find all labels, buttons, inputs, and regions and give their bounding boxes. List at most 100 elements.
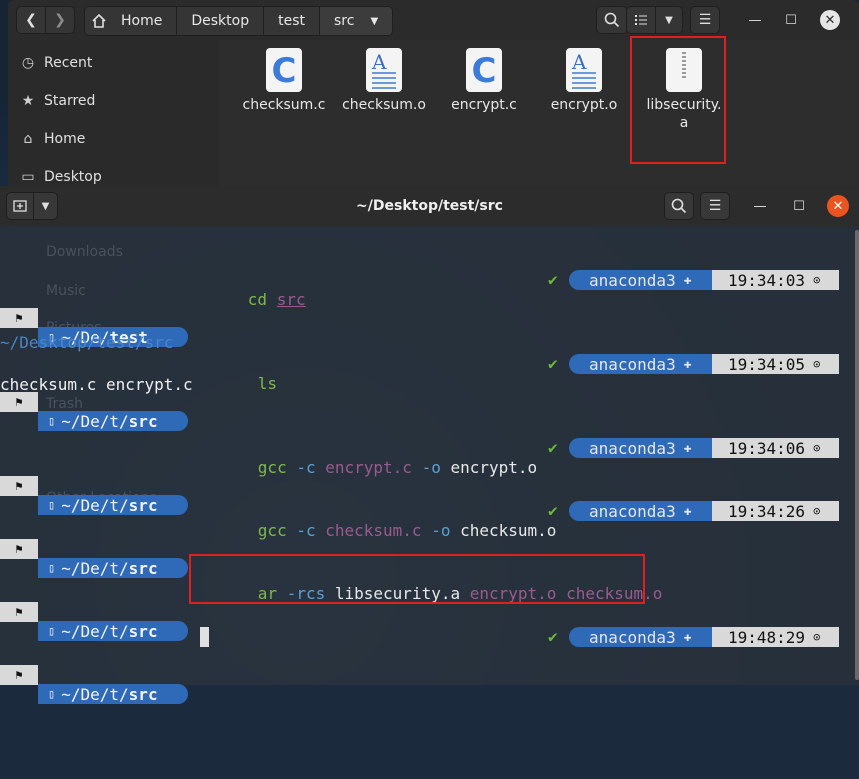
- text-cursor[interactable]: [200, 627, 209, 647]
- cmd-token: checksum.o: [460, 521, 557, 540]
- env-badge: anaconda3 ✚: [569, 501, 712, 521]
- env-badge: anaconda3 ✚: [569, 438, 712, 458]
- minimize-icon: —: [753, 198, 767, 214]
- terminal-scrollbar[interactable]: [855, 230, 859, 680]
- ghost-sidebar-item: Trash: [46, 396, 83, 412]
- maximize-icon: ☐: [793, 198, 805, 214]
- maximize-button[interactable]: ☐: [779, 8, 803, 32]
- hamburger-icon: ☰: [698, 12, 712, 28]
- python-icon: ✚: [683, 629, 692, 645]
- timestamp: 19:34:26 ⊙: [712, 501, 839, 521]
- cmd-token: checksum.c: [325, 521, 432, 540]
- time-label: 19:34:06: [728, 438, 806, 458]
- lock-icon: ⚑: [0, 392, 38, 412]
- timestamp: 19:48:29 ⊙: [712, 627, 839, 647]
- home-icon: ⌂: [23, 131, 33, 147]
- file-label: checksum.o: [342, 97, 426, 113]
- env-badge: anaconda3 ✚: [569, 270, 712, 290]
- close-button[interactable]: ✕: [820, 10, 840, 30]
- prompt-line: ⚑ ▯ ~/De/t/src gcc -c checksum.c -o chec…: [0, 501, 840, 578]
- time-label: 19:48:29: [728, 627, 806, 647]
- highlight-box-file: [630, 36, 726, 164]
- terminal-window: ▼ ~/Desktop/test/src ☰ — ☐ ✕ Downloads M…: [0, 186, 859, 704]
- clock-icon: ⊙: [813, 273, 821, 287]
- search-icon: [671, 198, 687, 214]
- hamburger-menu-button[interactable]: ☰: [690, 6, 720, 34]
- view-options-button[interactable]: ▼: [655, 6, 683, 34]
- highlight-box-command: [189, 554, 645, 604]
- cmd-token: encrypt.o: [450, 458, 538, 477]
- document-icon: A: [366, 48, 402, 92]
- cmd-token: gcc: [257, 458, 297, 477]
- lock-icon: ⚑: [0, 308, 38, 328]
- chevron-left-icon: ❮: [25, 12, 37, 28]
- maximize-icon: ☐: [785, 12, 797, 28]
- terminal-title: ~/Desktop/test/src: [356, 198, 503, 214]
- prompt-path: ▯ ~/De/t/src: [38, 411, 188, 431]
- python-icon: ✚: [683, 272, 692, 288]
- cmd-token: -o: [431, 521, 461, 540]
- hamburger-icon: ☰: [708, 198, 722, 214]
- sidebar-item-desktop[interactable]: ▭ Desktop: [20, 162, 102, 186]
- file-manager-headerbar: ❮ ❯ Home Desktop test src ▼ ▼ ☰ — ☐ ✕: [8, 0, 859, 40]
- document-icon: A: [566, 48, 602, 92]
- path-prefix: ~/De/t/: [61, 684, 129, 704]
- sidebar-item-starred[interactable]: ★ Starred: [20, 86, 96, 116]
- terminal-close-button[interactable]: ✕: [827, 195, 849, 217]
- file-item-checksum-c[interactable]: C checksum.c: [234, 48, 334, 114]
- list-view-button[interactable]: [626, 6, 656, 34]
- cmd-token: gcc: [257, 521, 297, 540]
- forward-button[interactable]: ❯: [45, 6, 75, 34]
- lock-icon: ⚑: [0, 539, 38, 559]
- env-label: anaconda3: [589, 438, 676, 458]
- sidebar-item-home[interactable]: ⌂ Home: [20, 124, 86, 154]
- search-icon: [604, 12, 620, 28]
- timestamp: 19:34:05 ⊙: [712, 354, 839, 374]
- clock-icon: ⊙: [813, 441, 821, 455]
- env-badge: anaconda3 ✚: [569, 354, 712, 374]
- desktop-icon: ▭: [21, 169, 35, 185]
- check-icon: ✔: [548, 270, 558, 289]
- minimize-button[interactable]: —: [743, 8, 767, 32]
- python-icon: ✚: [683, 503, 692, 519]
- path-crumb-label: test: [278, 13, 305, 29]
- sidebar-item-label: Home: [44, 131, 86, 147]
- path-crumb-label: src: [333, 13, 355, 29]
- prompt-line: ⚑ ▯ ~/De/t/src gcc -c encrypt.c -o encry…: [0, 438, 840, 515]
- path-crumb-home[interactable]: Home: [85, 7, 178, 35]
- time-label: 19:34:26: [728, 501, 806, 521]
- time-label: 19:34:03: [728, 270, 806, 290]
- sidebar-item-label: Desktop: [44, 169, 102, 185]
- search-button[interactable]: [596, 6, 628, 34]
- clock-icon: ⊙: [813, 630, 821, 644]
- ghost-sidebar-item: Downloads: [46, 244, 123, 260]
- lock-icon: ⚑: [0, 476, 38, 496]
- check-icon: ✔: [548, 627, 558, 646]
- terminal-headerbar: ▼ ~/Desktop/test/src ☰ — ☐ ✕: [0, 186, 859, 226]
- check-icon: ✔: [548, 354, 558, 373]
- cmd-token: cd: [247, 290, 277, 309]
- terminal-maximize-button[interactable]: ☐: [787, 194, 811, 218]
- minimize-icon: —: [748, 12, 762, 28]
- path-crumb-test[interactable]: test: [264, 7, 320, 35]
- terminal-minimize-button[interactable]: —: [748, 194, 772, 218]
- path-crumb-desktop[interactable]: Desktop: [177, 7, 265, 35]
- caret-down-icon: ▼: [370, 15, 379, 27]
- command: gcc -c encrypt.c -o encrypt.o: [200, 438, 537, 498]
- file-item-checksum-o[interactable]: A checksum.o: [334, 48, 434, 114]
- env-label: anaconda3: [589, 354, 676, 374]
- path-prefix: ~/De/t/: [61, 411, 129, 431]
- check-icon: ✔: [548, 438, 558, 457]
- file-label: checksum.c: [242, 97, 326, 113]
- back-button[interactable]: ❮: [16, 6, 46, 34]
- sidebar-item-recent[interactable]: ◷ Recent: [20, 48, 93, 78]
- lock-icon: ⚑: [0, 602, 38, 622]
- timestamp: 19:34:06 ⊙: [712, 438, 839, 458]
- path-crumb-src[interactable]: src ▼: [319, 7, 393, 35]
- time-label: 19:34:05: [728, 354, 806, 374]
- file-manager-window: ❮ ❯ Home Desktop test src ▼ ▼ ☰ — ☐ ✕ ◷ …: [8, 0, 859, 186]
- file-item-encrypt-c[interactable]: C encrypt.c: [434, 48, 534, 114]
- terminal-menu-button[interactable]: ☰: [700, 192, 730, 220]
- terminal-search-button[interactable]: [664, 192, 694, 220]
- file-item-encrypt-o[interactable]: A encrypt.o: [534, 48, 634, 114]
